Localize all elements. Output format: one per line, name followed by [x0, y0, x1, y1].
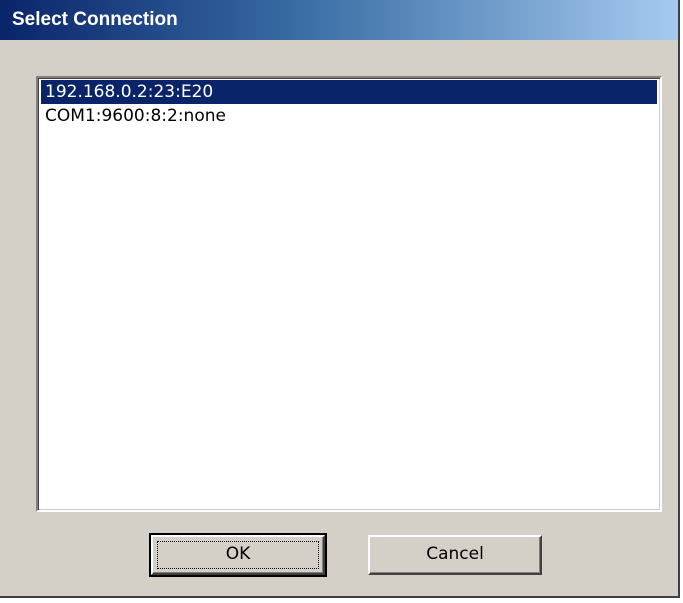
- cancel-button[interactable]: Cancel: [368, 535, 542, 575]
- select-connection-dialog: Select Connection 192.168.0.2:23:E20 COM…: [0, 0, 680, 598]
- cancel-button-label: Cancel: [426, 544, 484, 564]
- connection-listbox[interactable]: 192.168.0.2:23:E20 COM1:9600:8:2:none: [36, 76, 662, 512]
- dialog-title: Select Connection: [12, 9, 178, 30]
- ok-button-label: OK: [225, 544, 251, 564]
- title-bar[interactable]: Select Connection: [0, 0, 678, 40]
- connection-list-item[interactable]: COM1:9600:8:2:none: [41, 104, 657, 128]
- ok-button[interactable]: OK: [149, 533, 327, 577]
- connection-list-item[interactable]: 192.168.0.2:23:E20: [41, 80, 657, 104]
